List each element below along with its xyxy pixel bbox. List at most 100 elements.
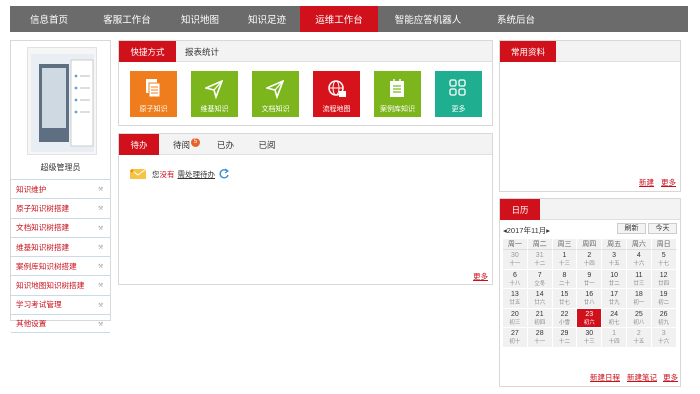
- sidebar-item-case-tree[interactable]: 案例库知识树搭建 ⚒: [11, 256, 110, 275]
- calendar-day[interactable]: 22 小雪: [552, 308, 578, 328]
- nav-item-knowledge-map[interactable]: 知识地图: [166, 6, 234, 32]
- calendar-day[interactable]: 29 十二: [552, 328, 578, 348]
- calendar-day[interactable]: 20 初三: [503, 308, 528, 328]
- calendar-day[interactable]: 7 立冬: [527, 269, 553, 289]
- todo-more-link[interactable]: 更多: [473, 271, 488, 282]
- sidebar-item-label: 文档知识树搭建: [16, 223, 70, 233]
- calendar-day[interactable]: 27 初十: [503, 328, 528, 348]
- sidebar-item-wiki-tree[interactable]: 维基知识树搭建 ⚒: [11, 236, 110, 256]
- tab-reports[interactable]: 报表统计: [176, 41, 228, 62]
- calendar-day[interactable]: 17 廿九: [602, 289, 627, 309]
- calendar-day[interactable]: 15 廿七: [552, 289, 578, 309]
- tile-more[interactable]: 更多: [435, 71, 482, 117]
- tab-common-resources[interactable]: 常用资料: [500, 41, 556, 62]
- day-number: 28: [535, 330, 544, 337]
- username: 超级管理员: [40, 163, 81, 172]
- calendar-day[interactable]: 31 十二: [527, 250, 553, 270]
- calendar-day[interactable]: 19 初二: [651, 289, 677, 309]
- quick-tabs: 快捷方式 报表统计: [119, 41, 492, 62]
- calendar-day[interactable]: 26 初九: [651, 308, 677, 328]
- calendar-day[interactable]: 21 初四: [527, 308, 553, 328]
- calendar-day[interactable]: 12 廿四: [651, 269, 677, 289]
- sidebar-item-label: 原子知识树搭建: [16, 203, 70, 213]
- new-schedule-link[interactable]: 新建日程: [590, 372, 620, 383]
- tab-to-read[interactable]: 待阅 5: [159, 134, 204, 155]
- calendar-day[interactable]: 24 初七: [602, 308, 627, 328]
- new-note-link[interactable]: 新建笔记: [627, 372, 657, 383]
- sidebar-item-exam-management[interactable]: 学习考试管理 ⚒: [11, 294, 110, 314]
- lunar-date: 初一: [633, 300, 645, 306]
- wrench-icon: ⚒: [98, 225, 104, 232]
- tile-document-knowledge[interactable]: 文档知识: [252, 71, 299, 117]
- nav-item-knowledge-footprint[interactable]: 知识足迹: [234, 6, 300, 32]
- month-selector: ◂ 2017年11月 ▸: [503, 225, 550, 236]
- calendar-day[interactable]: 4 十六: [626, 250, 652, 270]
- calendar-day[interactable]: 16 廿八: [577, 289, 603, 309]
- tile-process-map[interactable]: 流程地图: [313, 71, 360, 117]
- calendar-day[interactable]: 18 初一: [626, 289, 652, 309]
- tab-todo[interactable]: 待办: [119, 134, 159, 155]
- lunar-date: 十五: [608, 261, 620, 267]
- resources-more-link[interactable]: 更多: [661, 177, 676, 188]
- calendar-day[interactable]: 30 十三: [577, 328, 603, 348]
- tab-calendar[interactable]: 日历: [500, 199, 540, 220]
- sidebar-item-knowledge-maintenance[interactable]: 知识维护 ⚒: [11, 179, 110, 198]
- calendar-day[interactable]: 13 廿五: [503, 289, 528, 309]
- paper-plane-icon: [205, 79, 223, 99]
- weekday-label: 周六: [626, 239, 652, 250]
- day-number: 22: [560, 310, 569, 318]
- calendar-week-row: 30 十一 31 十二 1 十三 2 十四 3 十五 4 十六 5 十七: [503, 250, 677, 270]
- tile-case-knowledge[interactable]: 案例库知识: [374, 71, 421, 117]
- sidebar-item-other-settings[interactable]: 其他设置 ⚒: [11, 314, 110, 334]
- calendar-day[interactable]: 2 十四: [577, 250, 603, 270]
- calendar-day[interactable]: 9 廿一: [577, 269, 603, 289]
- sidebar-item-atomic-tree[interactable]: 原子知识树搭建 ⚒: [11, 198, 110, 217]
- lunar-date: 二十: [558, 280, 570, 287]
- calendar-day[interactable]: 6 十八: [503, 269, 528, 289]
- sidebar-item-document-tree[interactable]: 文档知识树搭建 ⚒: [11, 217, 110, 237]
- calendar-more-link[interactable]: 更多: [663, 372, 678, 383]
- calendar-day-today[interactable]: 23 初六: [577, 308, 603, 328]
- calendar-day[interactable]: 14 廿六: [527, 289, 553, 309]
- new-resource-link[interactable]: 新建: [639, 177, 654, 188]
- calendar-day[interactable]: 3 十五: [602, 250, 627, 270]
- lunar-date: 十一: [509, 261, 521, 267]
- calendar-day[interactable]: 3 十六: [651, 328, 677, 348]
- calendar-day[interactable]: 10 廿二: [602, 269, 627, 289]
- refresh-icon[interactable]: [218, 168, 230, 180]
- nav-item-system-admin[interactable]: 系统后台: [478, 6, 554, 32]
- nav-item-ops-desk[interactable]: 运维工作台: [300, 6, 378, 32]
- weekday-header: 周一 周二 周三 周四 周五 周六 周日: [503, 239, 677, 250]
- pending-todo-link[interactable]: 需处理待办: [178, 169, 216, 180]
- sidebar-item-label: 案例库知识树搭建: [16, 261, 77, 271]
- calendar-day[interactable]: 28 十一: [527, 328, 553, 348]
- calendar-day[interactable]: 5 十七: [651, 250, 677, 270]
- calendar-day[interactable]: 2 十五: [626, 328, 652, 348]
- nav-item-home[interactable]: 信息首页: [10, 6, 88, 32]
- tab-shortcuts[interactable]: 快捷方式: [119, 41, 176, 62]
- day-number: 23: [585, 310, 594, 318]
- resources-panel: 常用资料 新建 更多: [499, 40, 681, 192]
- tab-read[interactable]: 已阅: [247, 134, 287, 155]
- calendar-today-button[interactable]: 今天: [648, 223, 677, 234]
- tile-wiki-knowledge[interactable]: 维基知识: [191, 71, 238, 117]
- lunar-date: 十一: [534, 339, 546, 345]
- calendar-day[interactable]: 1 十四: [602, 328, 627, 348]
- nav-item-service-desk[interactable]: 客服工作台: [88, 6, 166, 32]
- calendar-day[interactable]: 8 二十: [552, 269, 578, 289]
- calendar-day[interactable]: 25 初八: [626, 308, 652, 328]
- nav-item-robot[interactable]: 智能应答机器人: [378, 6, 478, 32]
- calendar-day[interactable]: 1 十三: [552, 250, 578, 270]
- calendar-day[interactable]: 30 十一: [503, 250, 528, 270]
- lunar-date: 初三: [509, 319, 521, 326]
- sidebar-item-label: 知识维护: [16, 184, 47, 194]
- calendar-refresh-button[interactable]: 刷新: [617, 223, 646, 234]
- envelope-icon: [129, 168, 147, 179]
- sidebar-item-map-tree[interactable]: 知识地图知识树搭建 ⚒: [11, 275, 110, 294]
- tab-done[interactable]: 已办: [204, 134, 247, 155]
- tile-atomic-knowledge[interactable]: 原子知识: [130, 71, 177, 117]
- day-number: 13: [511, 291, 519, 298]
- notebook-icon: [390, 79, 404, 97]
- calendar-day[interactable]: 11 廿三: [626, 269, 652, 289]
- next-month-icon[interactable]: ▸: [546, 226, 550, 235]
